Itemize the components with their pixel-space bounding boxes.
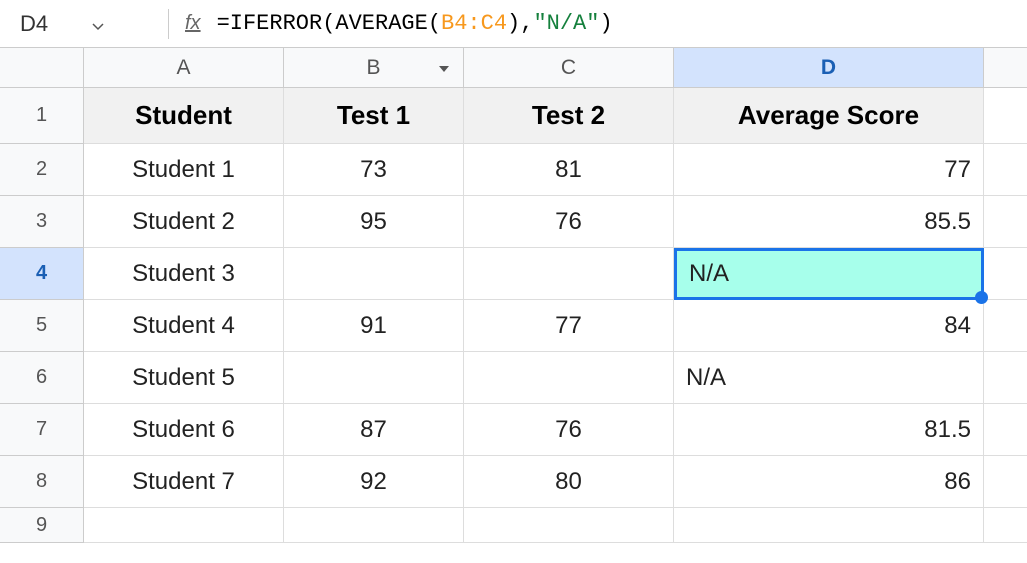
row-header-9[interactable]: 9 [0,508,84,543]
cell-A6[interactable]: Student 5 [84,352,284,404]
name-box-value: D4 [20,11,48,37]
divider [168,9,169,39]
cell-empty[interactable] [984,300,1027,352]
row-header-3[interactable]: 3 [0,196,84,248]
cell-B4[interactable] [284,248,464,300]
row-headers: 123456789 [0,88,84,543]
formula-token-paren: ) [507,11,520,36]
cell-A9[interactable] [84,508,284,543]
column-header-label: D [821,56,836,80]
cell-D3[interactable]: 85.5 [674,196,984,248]
column-headers: A B C D [84,48,1027,88]
cell-C4[interactable] [464,248,674,300]
cell-D8[interactable]: 86 [674,456,984,508]
column-header-empty[interactable] [984,48,1027,88]
cell-A3[interactable]: Student 2 [84,196,284,248]
formula-token-comma: , [520,11,533,36]
cell-C6[interactable] [464,352,674,404]
cell-B6[interactable] [284,352,464,404]
spreadsheet-grid: 123456789 A B C D StudentTest 1Test 2Averag… [0,48,1027,563]
cell-B3[interactable]: 95 [284,196,464,248]
cell-C5[interactable]: 77 [464,300,674,352]
formula-input[interactable]: =IFERROR(AVERAGE(B4:C4),"N/A") [217,11,1015,36]
cell-B7[interactable]: 87 [284,404,464,456]
cells-grid: StudentTest 1Test 2Average Score Student … [84,88,1027,543]
formula-token-paren: ) [599,11,612,36]
column-header-C[interactable]: C [464,48,674,88]
cell-empty[interactable] [984,196,1027,248]
column-header-D[interactable]: D [674,48,984,88]
formula-token-fn: AVERAGE [335,11,427,36]
cell-D9[interactable] [674,508,984,543]
row-header-2[interactable]: 2 [0,144,84,196]
cell-A4[interactable]: Student 3 [84,248,284,300]
row-header-1[interactable]: 1 [0,88,84,144]
formula-token-eq: = [217,11,230,36]
cell-empty[interactable] [984,248,1027,300]
cell-empty[interactable] [984,88,1027,144]
name-box[interactable]: D4 [12,7,152,41]
cell-empty[interactable] [984,144,1027,196]
cell-D6[interactable]: N/A [674,352,984,404]
cell-B9[interactable] [284,508,464,543]
cell-B5[interactable]: 91 [284,300,464,352]
formula-bar: D4 fx =IFERROR(AVERAGE(B4:C4),"N/A") [0,0,1027,48]
header-cell-A[interactable]: Student [84,88,284,144]
cell-empty[interactable] [984,352,1027,404]
formula-token-paren: ( [322,11,335,36]
filter-dropdown-icon[interactable] [437,56,451,80]
row-header-5[interactable]: 5 [0,300,84,352]
formula-token-str: "N/A" [533,11,599,36]
cell-A2[interactable]: Student 1 [84,144,284,196]
column-header-label: A [176,56,190,80]
column-header-label: B [366,56,380,80]
row-header-7[interactable]: 7 [0,404,84,456]
header-cell-B[interactable]: Test 1 [284,88,464,144]
cell-empty[interactable] [984,404,1027,456]
header-cell-D[interactable]: Average Score [674,88,984,144]
cell-C3[interactable]: 76 [464,196,674,248]
name-box-dropdown-icon[interactable] [92,11,104,37]
row-header-8[interactable]: 8 [0,456,84,508]
cell-empty[interactable] [984,456,1027,508]
select-all-corner[interactable] [0,48,84,88]
cell-empty[interactable] [984,508,1027,543]
cell-C9[interactable] [464,508,674,543]
cell-A7[interactable]: Student 6 [84,404,284,456]
column-header-label: C [561,56,576,80]
cell-A8[interactable]: Student 7 [84,456,284,508]
cell-D4[interactable]: N/A [674,248,984,300]
cell-D5[interactable]: 84 [674,300,984,352]
cell-B8[interactable]: 92 [284,456,464,508]
header-cell-C[interactable]: Test 2 [464,88,674,144]
fx-icon[interactable]: fx [185,12,201,35]
column-header-A[interactable]: A [84,48,284,88]
cell-D2[interactable]: 77 [674,144,984,196]
cell-A5[interactable]: Student 4 [84,300,284,352]
cell-C7[interactable]: 76 [464,404,674,456]
cell-B2[interactable]: 73 [284,144,464,196]
formula-token-fn: IFERROR [230,11,322,36]
row-header-6[interactable]: 6 [0,352,84,404]
row-header-4[interactable]: 4 [0,248,84,300]
formula-token-paren: ( [428,11,441,36]
formula-token-ref: B4:C4 [441,11,507,36]
cell-C2[interactable]: 81 [464,144,674,196]
cell-D7[interactable]: 81.5 [674,404,984,456]
column-header-B[interactable]: B [284,48,464,88]
cell-C8[interactable]: 80 [464,456,674,508]
